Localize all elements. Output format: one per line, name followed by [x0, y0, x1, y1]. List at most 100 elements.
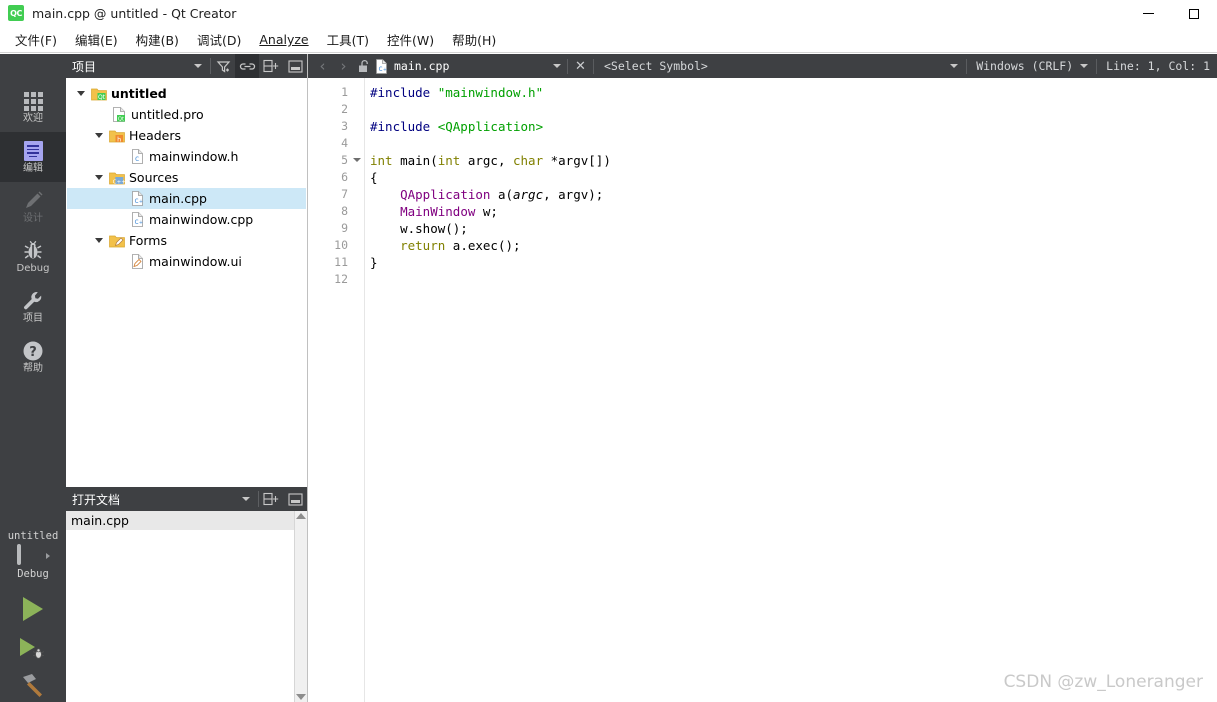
tree-row[interactable]: Qt untitled	[67, 83, 306, 104]
expand-arrow[interactable]	[91, 133, 107, 138]
menu-edit[interactable]: 编辑(E)	[66, 27, 127, 52]
kit-target-row[interactable]	[0, 544, 66, 566]
minimize-icon	[1142, 13, 1154, 14]
tree-row-main-cpp[interactable]: c + main.cpp	[67, 188, 306, 209]
code-token: #include	[370, 85, 438, 100]
filter-dropdown-button[interactable]	[186, 54, 210, 78]
minimize-button[interactable]	[1125, 0, 1171, 27]
code-token: argc	[513, 187, 544, 202]
lock-document-button[interactable]	[354, 54, 375, 78]
tree-row[interactable]: h Headers	[67, 125, 306, 146]
mode-label-projects: 项目	[23, 313, 43, 324]
tree-row[interactable]: c + mainwindow.cpp	[67, 209, 306, 230]
code-editor[interactable]: 1 2 3 4 5 6 7 8 9 10 11 12 #include "mai…	[308, 78, 1217, 702]
open-documents-title: 打开文档	[72, 492, 121, 507]
fold-collapse-icon[interactable]	[353, 158, 361, 162]
open-documents-list[interactable]: main.cpp	[66, 511, 307, 702]
tree-row[interactable]: Forms	[67, 230, 306, 251]
menu-widgets[interactable]: 控件(W)	[378, 27, 443, 52]
symbol-chevron-down-icon[interactable]	[950, 64, 959, 68]
navigate-back-button[interactable]: ‹	[312, 54, 333, 78]
close-document-button[interactable]: ✕	[570, 54, 591, 78]
expand-arrow[interactable]	[91, 238, 107, 243]
line-number: 1	[341, 85, 348, 99]
mode-label-welcome: 欢迎	[23, 113, 43, 124]
tree-row[interactable]: c mainwindow.h	[67, 146, 306, 167]
run-button[interactable]	[0, 590, 66, 628]
split-button[interactable]	[259, 54, 283, 78]
menu-help[interactable]: 帮助(H)	[443, 27, 505, 52]
cpp-file-icon: c +	[127, 212, 147, 227]
tree-row[interactable]: mainwindow.ui	[67, 251, 306, 272]
chevron-right-icon: ›	[340, 56, 347, 75]
scroll-up-icon[interactable]	[296, 513, 306, 519]
split-icon	[263, 492, 279, 506]
svg-text:Qt: Qt	[98, 94, 106, 101]
forms-folder-icon	[107, 234, 127, 248]
chevron-down-icon[interactable]	[553, 64, 561, 68]
navigate-forward-button[interactable]: ›	[333, 54, 354, 78]
opendocs-split-button[interactable]	[259, 487, 283, 511]
code-token: int	[370, 153, 393, 168]
filter-tree-button[interactable]	[211, 54, 235, 78]
mode-item-design[interactable]: 设计	[0, 182, 66, 232]
project-tree-panel: 项目 Qt untitled Qt untitled.pro h Headers…	[66, 54, 308, 487]
mode-item-welcome[interactable]: 欢迎	[0, 82, 66, 132]
editor-area: ‹ › c + main.cpp ✕ <Select Symbol> Windo…	[308, 54, 1217, 702]
open-documents-scrollbar[interactable]	[294, 511, 307, 702]
mode-item-projects[interactable]: 项目	[0, 282, 66, 332]
code-line: QApplication a(argc, argv);	[370, 186, 1217, 203]
tree-item-label: Forms	[129, 233, 168, 248]
build-button[interactable]	[0, 666, 66, 702]
maximize-button[interactable]	[1171, 0, 1217, 27]
document-selector[interactable]: c + main.cpp	[375, 54, 565, 78]
code-token: <QApplication>	[437, 119, 544, 134]
close-panel-button[interactable]	[283, 54, 307, 78]
debug-button[interactable]	[0, 628, 66, 666]
line-number: 12	[334, 272, 348, 286]
mode-item-help[interactable]: ? 帮助	[0, 332, 66, 382]
tree-row[interactable]: Qt untitled.pro	[67, 104, 306, 125]
kit-build-config: Debug	[17, 568, 49, 580]
code-token: a.exec();	[445, 238, 521, 253]
menu-file[interactable]: 文件(F)	[6, 27, 66, 52]
opendocs-dropdown-button[interactable]	[234, 487, 258, 511]
opendocs-close-button[interactable]	[283, 487, 307, 511]
menu-tools[interactable]: 工具(T)	[318, 27, 378, 52]
project-panel-title: 项目	[72, 59, 97, 74]
menu-debug-label: 调试(D)	[196, 33, 242, 48]
line-ending-chevron-down-icon[interactable]	[1080, 64, 1089, 68]
open-document-item[interactable]: main.cpp	[66, 511, 307, 530]
menu-analyze[interactable]: Analyze	[250, 29, 317, 50]
menu-build[interactable]: 构建(B)	[127, 27, 188, 52]
code-text[interactable]: #include "mainwindow.h" #include <QAppli…	[365, 78, 1217, 702]
code-token: a(	[490, 187, 513, 202]
kit-selector: untitled Debug	[0, 522, 66, 702]
svg-text:+: +	[138, 199, 142, 205]
code-line: #include "mainwindow.h"	[370, 84, 1217, 101]
code-token: QApplication	[400, 187, 491, 202]
mode-item-edit[interactable]: 编辑	[0, 132, 66, 182]
cpp-file-icon: c +	[375, 58, 388, 74]
tree-row[interactable]: C++ Sources	[67, 167, 306, 188]
menu-analyze-label: Analyze	[259, 32, 309, 47]
title-bar: QC main.cpp @ untitled - Qt Creator	[0, 0, 1217, 27]
sync-with-editor-button[interactable]	[235, 54, 259, 78]
scroll-down-icon[interactable]	[296, 694, 306, 700]
mode-item-debug[interactable]: Debug	[0, 232, 66, 282]
project-tree[interactable]: Qt untitled Qt untitled.pro h Headers c …	[66, 78, 307, 487]
expand-arrow[interactable]	[91, 175, 107, 180]
expand-arrow[interactable]	[73, 91, 89, 96]
menu-debug[interactable]: 调试(D)	[188, 27, 250, 52]
svg-text:+: +	[383, 67, 387, 73]
svg-text:Qt: Qt	[118, 116, 124, 122]
code-line: {	[370, 169, 1217, 186]
filter-icon	[216, 60, 230, 73]
mode-label-debug: Debug	[16, 263, 50, 274]
line-ending-selector[interactable]: Windows (CRLF)	[969, 59, 1080, 73]
symbol-selector[interactable]: <Select Symbol>	[596, 59, 950, 73]
